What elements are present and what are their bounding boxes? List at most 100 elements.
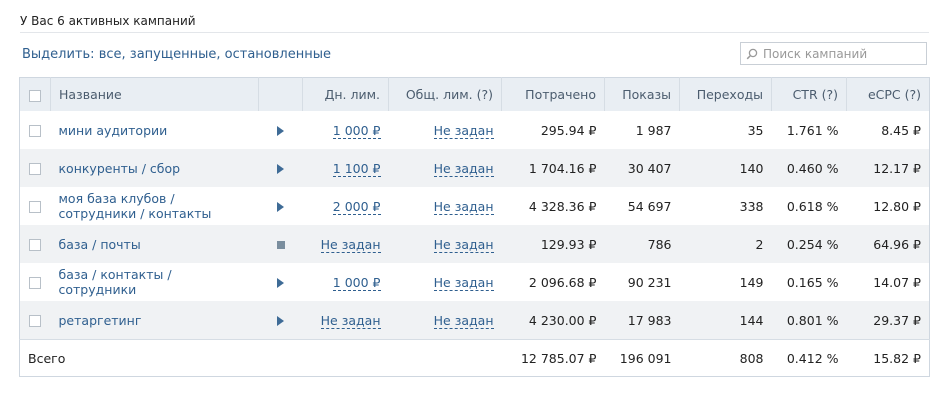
daily-limit-link[interactable]: 2 000 ₽ <box>332 198 381 215</box>
campaign-name-link[interactable]: база / почты <box>59 237 141 252</box>
column-ctr[interactable]: CTR (?) <box>771 77 847 111</box>
clicks-cell: 144 <box>679 301 772 340</box>
ecpc-cell: 12.80 ₽ <box>873 198 921 214</box>
spent-cell: 295.94 ₽ <box>540 122 597 138</box>
total-limit-link[interactable]: Не задан <box>433 236 494 253</box>
campaign-name-link[interactable]: мини аудитории <box>59 123 168 138</box>
daily-limit-link[interactable]: 1 000 ₽ <box>332 274 381 291</box>
row-checkbox[interactable] <box>29 277 42 289</box>
row-checkbox[interactable] <box>29 201 42 213</box>
row-checkbox-cell[interactable] <box>19 301 51 340</box>
spent-cell: 1 704.16 ₽ <box>501 149 605 187</box>
spent-cell: 4 328.36 ₽ <box>528 198 597 214</box>
divider <box>20 32 929 33</box>
impressions-cell: 30 407 <box>604 149 680 187</box>
row-checkbox-cell[interactable] <box>20 187 51 225</box>
total-clicks: 808 <box>679 339 772 377</box>
play-icon[interactable] <box>277 316 284 326</box>
ecpc-cell: 12.17 ₽ <box>846 149 930 187</box>
ctr-cell: 0.618 % <box>786 198 839 214</box>
total-impressions: 196 091 <box>604 339 680 377</box>
clicks-cell: 2 <box>679 225 772 263</box>
row-checkbox[interactable] <box>29 315 42 327</box>
select-all-checkbox[interactable] <box>29 89 41 102</box>
table-row: база / контакты / сотрудники 1 000 ₽ Не за… <box>20 263 930 301</box>
row-checkbox-cell[interactable] <box>19 149 51 187</box>
play-icon[interactable] <box>277 126 284 136</box>
total-limit-link[interactable]: Не задан <box>433 198 494 215</box>
spent-cell: 129.93 ₽ <box>501 225 605 263</box>
clicks-cell: 338 <box>739 198 764 214</box>
table-row: мини аудитории 1 000 ₽ Не задан 295.94 ₽ 1 9… <box>20 111 930 149</box>
daily-limit-link[interactable]: Не задан <box>320 312 381 329</box>
ctr-cell: 1.761 % <box>786 122 839 138</box>
search-icon <box>745 47 759 61</box>
impressions-cell: 90 231 <box>627 274 672 290</box>
select-running-link[interactable]: запущенные <box>130 47 217 62</box>
select-stopped-link[interactable]: остановленные <box>225 47 331 62</box>
spent-cell: 2 096.68 ₽ <box>528 274 597 290</box>
total-spent: 12 785.07 ₽ <box>501 339 605 377</box>
impressions-cell: 786 <box>604 225 680 263</box>
ecpc-cell: 14.07 ₽ <box>873 274 921 290</box>
total-limit-link[interactable]: Не задан <box>433 274 494 291</box>
clicks-cell: 140 <box>679 149 772 187</box>
select-filter: Выделить: все, запущенные, остановленные <box>22 47 331 62</box>
play-icon[interactable] <box>277 202 284 212</box>
daily-limit-link[interactable]: 1 100 ₽ <box>332 160 381 177</box>
row-checkbox-cell[interactable] <box>20 111 51 149</box>
table-row: моя база клубов / сотрудники / контакты 2… <box>20 187 930 225</box>
row-checkbox-cell[interactable] <box>20 263 51 301</box>
total-row: Всего 12 785.07 ₽ 196 091 808 0.412 % 15… <box>19 339 930 377</box>
row-checkbox[interactable] <box>29 163 42 175</box>
column-total-limit[interactable]: Общ. лим. (?) <box>388 77 502 111</box>
total-limit-link[interactable]: Не задан <box>433 160 494 177</box>
ctr-cell: 0.801 % <box>771 301 847 340</box>
impressions-cell: 17 983 <box>604 301 680 340</box>
total-limit-link[interactable]: Не задан <box>433 122 494 139</box>
table-row: ретаргетинг Не задан Не задан 4 230.00 ₽17 … <box>19 301 930 340</box>
column-status <box>258 77 303 111</box>
daily-limit-link[interactable]: 1 000 ₽ <box>332 122 381 139</box>
spent-cell: 4 230.00 ₽ <box>501 301 605 340</box>
daily-limit-link[interactable]: Не задан <box>320 236 381 253</box>
stop-icon[interactable] <box>276 241 285 249</box>
column-impressions[interactable]: Показы <box>604 77 680 111</box>
ctr-cell: 0.460 % <box>771 149 847 187</box>
column-clicks[interactable]: Переходы <box>679 77 772 111</box>
play-icon[interactable] <box>277 164 284 174</box>
table-header-row: Название Дн. лим. Общ. лим. (?) Потрачен… <box>19 77 930 111</box>
table-row: конкуренты / сбор 1 100 ₽ Не задан 1 704.16… <box>19 149 930 187</box>
row-checkbox[interactable] <box>29 125 42 137</box>
campaign-name-link[interactable]: моя база клубов / сотрудники / контакты <box>59 191 212 221</box>
column-ecpc[interactable]: eCPC (?) <box>846 77 930 111</box>
clicks-cell: 149 <box>739 274 764 290</box>
play-icon[interactable] <box>277 278 284 288</box>
campaign-name-link[interactable]: ретаргетинг <box>59 313 142 328</box>
search-box[interactable] <box>740 42 927 65</box>
column-daily-limit[interactable]: Дн. лим. <box>302 77 389 111</box>
campaigns-table: Название Дн. лим. Общ. лим. (?) Потрачен… <box>19 77 930 377</box>
column-spent[interactable]: Потрачено <box>501 77 605 111</box>
ctr-cell: 0.165 % <box>786 274 839 290</box>
clicks-cell: 35 <box>747 122 764 138</box>
table-row: база / почты Не задан Не задан 129.93 ₽786 2… <box>19 225 930 263</box>
campaign-name-link[interactable]: база / контакты / сотрудники <box>59 267 172 297</box>
ecpc-cell: 8.45 ₽ <box>881 122 921 138</box>
campaign-name-link[interactable]: конкуренты / сбор <box>59 161 181 176</box>
row-checkbox-cell[interactable] <box>19 225 51 263</box>
total-label: Всего <box>19 339 502 377</box>
select-filter-label: Выделить: <box>22 47 95 62</box>
ctr-cell: 0.254 % <box>771 225 847 263</box>
campaigns-count-title: У Вас 6 активных кампаний <box>20 14 196 28</box>
select-all-checkbox-cell[interactable] <box>19 77 51 111</box>
ecpc-cell: 29.37 ₽ <box>846 301 930 340</box>
ecpc-cell: 64.96 ₽ <box>846 225 930 263</box>
total-limit-link[interactable]: Не задан <box>433 312 494 329</box>
column-name[interactable]: Название <box>50 77 259 111</box>
select-all-link[interactable]: все <box>99 47 122 62</box>
row-checkbox[interactable] <box>29 239 42 251</box>
impressions-cell: 1 987 <box>635 122 672 138</box>
impressions-cell: 54 697 <box>627 198 672 214</box>
search-input[interactable] <box>763 46 923 61</box>
